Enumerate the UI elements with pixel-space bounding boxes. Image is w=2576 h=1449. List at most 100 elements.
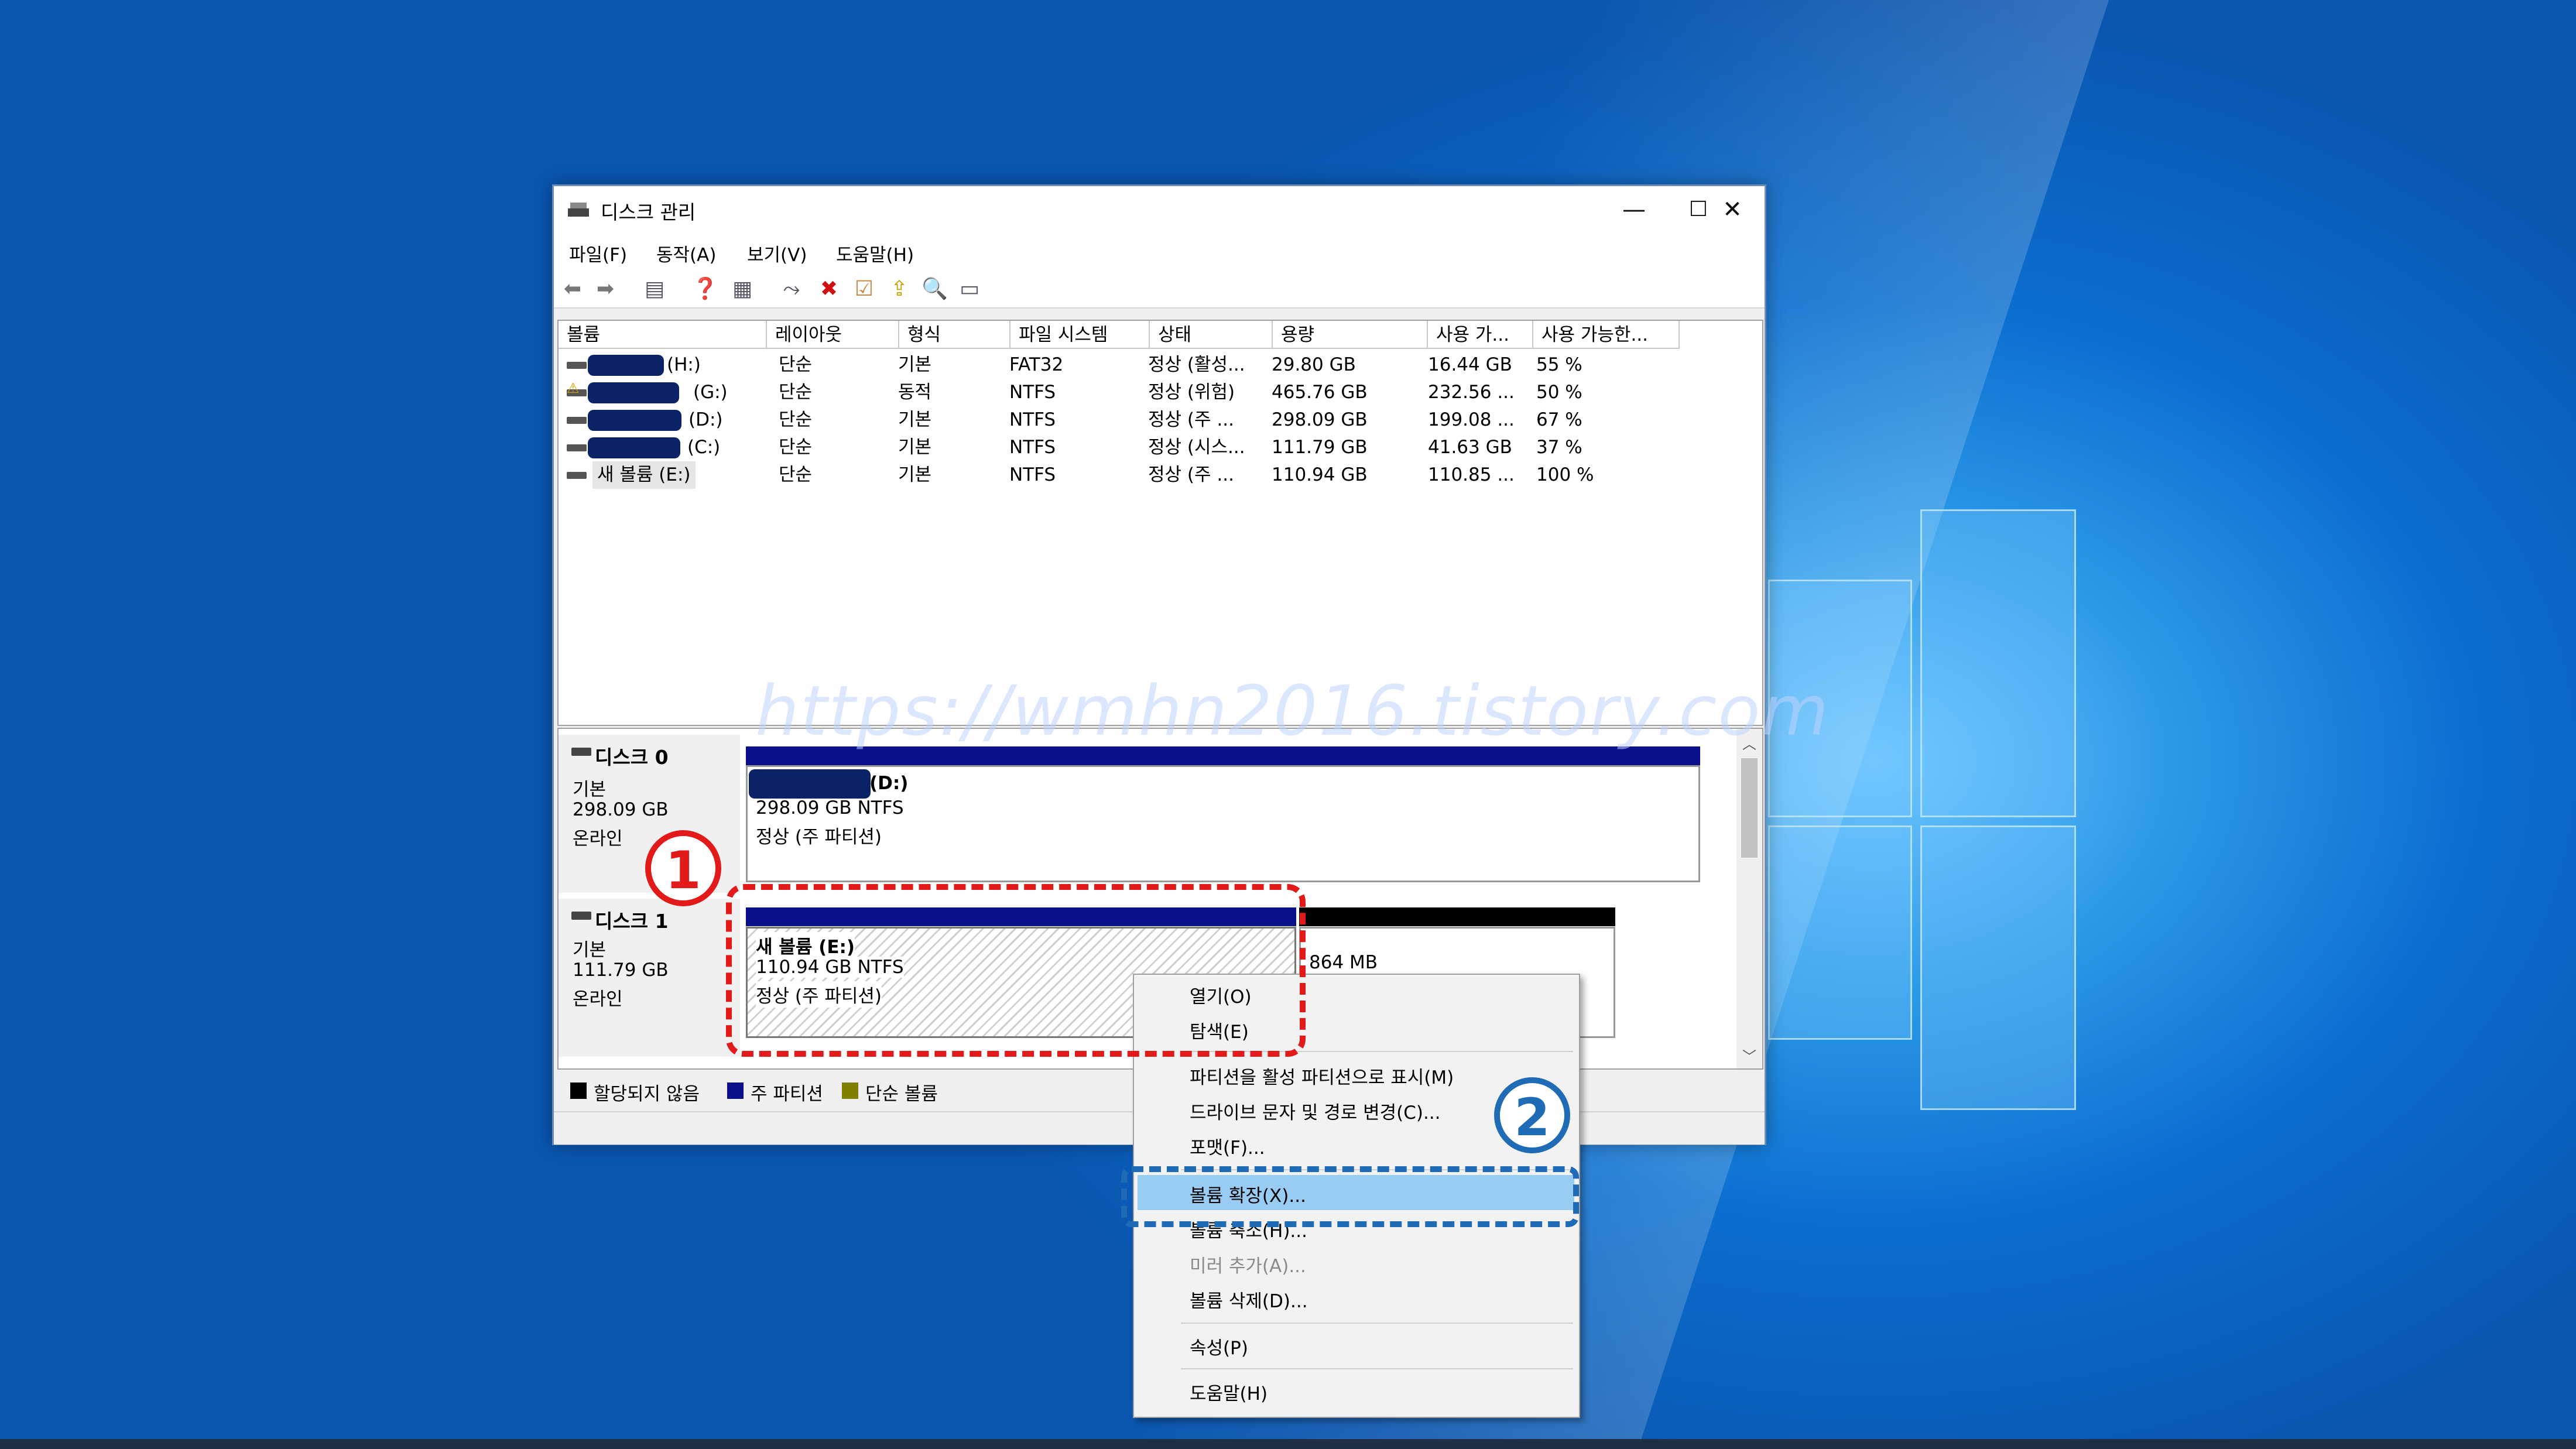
column-header-type[interactable]: 형식 <box>899 321 1010 349</box>
properties-icon[interactable]: ▭ <box>957 276 982 302</box>
volume-layout: 단순 <box>779 464 813 485</box>
volume-type: 동적 <box>898 382 932 403</box>
volume-status: 정상 (주 ... <box>1148 409 1234 430</box>
column-header-percent-free[interactable]: 사용 가능한... <box>1533 321 1680 349</box>
connect-icon[interactable]: ⤳ <box>779 276 804 302</box>
logo-pane-br <box>1920 825 2076 1110</box>
column-header-layout[interactable]: 레이아웃 <box>767 321 899 349</box>
volume-name: (G:) <box>693 382 728 403</box>
volume-free: 41.63 GB <box>1428 437 1512 458</box>
check-icon[interactable]: ☑ <box>851 276 877 302</box>
menu-add-mirror: 미러 추가(A)... <box>1190 1256 1306 1277</box>
column-header-volume[interactable]: 볼륨 <box>559 321 767 349</box>
menu-action[interactable]: 동작(A) <box>656 240 716 266</box>
scroll-down-icon[interactable]: ﹀ <box>1742 1045 1756 1066</box>
column-header-status[interactable]: 상태 <box>1150 321 1273 349</box>
volume-type: 기본 <box>898 464 932 485</box>
menu-help[interactable]: 도움말(H) <box>836 240 914 266</box>
volume-percent: 50 % <box>1536 382 1582 403</box>
step-1-badge: 1 <box>645 830 721 906</box>
delete-x-icon[interactable]: ✖ <box>816 276 842 302</box>
title-bar: 디스크 관리 — ☐ ✕ <box>554 186 1765 233</box>
watermark: https://wmhn2016.tistory.com <box>755 670 1830 751</box>
table-row[interactable]: 새 볼륨 (E:) 단순 기본 NTFS 정상 (주 ... 110.94 GB… <box>559 461 1762 489</box>
scroll-thumb[interactable] <box>1741 758 1758 858</box>
minimize-button[interactable]: — <box>1602 192 1666 227</box>
console-tree-icon[interactable]: ▤ <box>642 276 667 302</box>
menu-properties[interactable]: 속성(P) <box>1190 1333 1248 1359</box>
disk-icon <box>571 912 591 920</box>
volume-percent: 55 % <box>1536 354 1582 375</box>
volume-type: 기본 <box>898 409 932 430</box>
legend-label: 주 파티션 <box>751 1084 823 1105</box>
partition-d[interactable]: (D:) 298.09 GB NTFS 정상 (주 파티션) <box>746 765 1700 882</box>
redacted-label <box>588 437 680 458</box>
disk-state: 온라인 <box>573 989 623 1010</box>
volume-type: 기본 <box>898 437 932 458</box>
redacted-label <box>749 769 871 799</box>
warning-icon: ⚠ <box>567 380 580 396</box>
volume-name: (H:) <box>667 354 701 375</box>
disk-size: 111.79 GB <box>573 960 669 981</box>
legend-label: 할당되지 않음 <box>594 1084 700 1105</box>
volume-name: 새 볼륨 (E:) <box>592 461 696 489</box>
disk-1-label[interactable]: 디스크 1 기본 111.79 GB 온라인 <box>559 899 740 1057</box>
forward-arrow-icon[interactable]: ➡ <box>592 276 618 302</box>
disk-state: 온라인 <box>573 828 623 849</box>
menu-mark-active[interactable]: 파티션을 활성 파티션으로 표시(M) <box>1190 1063 1454 1089</box>
volume-fs: NTFS <box>1009 382 1056 403</box>
column-header-capacity[interactable]: 용량 <box>1273 321 1428 349</box>
volume-capacity: 298.09 GB <box>1272 409 1368 430</box>
column-header-free-space[interactable]: 사용 가... <box>1428 321 1533 349</box>
windows-logo <box>1768 509 2076 1110</box>
import-icon[interactable]: ⇪ <box>886 276 912 302</box>
drive-icon <box>567 444 587 451</box>
unallocated-color-bar <box>1299 907 1615 926</box>
unallocated-size: 864 MB <box>1309 952 1378 973</box>
step-2-badge: 2 <box>1494 1077 1570 1153</box>
list-view-icon[interactable]: ▦ <box>729 276 755 302</box>
volume-free: 16.44 GB <box>1428 354 1512 375</box>
table-row[interactable]: (D:) 단순 기본 NTFS 정상 (주 ... 298.09 GB 199.… <box>559 406 1762 434</box>
logo-pane-tr <box>1920 509 2076 817</box>
menu-view[interactable]: 보기(V) <box>747 240 807 266</box>
partition-status: 정상 (주 파티션) <box>756 827 882 848</box>
toolbar: ⬅ ➡ ▤ ❓ ▦ ⤳ ✖ ☑ ⇪ 🔍 ▭ <box>554 269 1765 309</box>
column-header-filesystem[interactable]: 파일 시스템 <box>1010 321 1150 349</box>
menu-delete-volume[interactable]: 볼륨 삭제(D)... <box>1190 1286 1308 1313</box>
volume-capacity: 110.94 GB <box>1272 464 1368 485</box>
volume-free: 199.08 ... <box>1428 409 1515 430</box>
menu-change-drive-letter[interactable]: 드라이브 문자 및 경로 변경(C)... <box>1190 1098 1441 1124</box>
back-arrow-icon[interactable]: ⬅ <box>560 276 585 302</box>
menu-file[interactable]: 파일(F) <box>569 240 627 266</box>
legend-swatch-primary <box>727 1083 744 1099</box>
table-row[interactable]: (C:) 단순 기본 NTFS 정상 (시스... 111.79 GB 41.6… <box>559 434 1762 461</box>
volume-status: 정상 (시스... <box>1148 437 1245 458</box>
menu-separator <box>1181 1323 1573 1324</box>
window-title: 디스크 관리 <box>601 201 696 224</box>
legend-label: 단순 볼륨 <box>865 1084 938 1105</box>
annotation-highlight-blue <box>1121 1166 1579 1227</box>
volume-fs: FAT32 <box>1009 354 1064 375</box>
volume-capacity: 465.76 GB <box>1272 382 1368 403</box>
close-button[interactable]: ✕ <box>1700 192 1765 227</box>
disk-kind: 기본 <box>573 940 607 961</box>
disk-name: 디스크 0 <box>595 746 669 769</box>
volume-status: 정상 (활성... <box>1148 354 1245 375</box>
volume-name: (D:) <box>688 409 723 430</box>
table-row[interactable]: (H:) 단순 기본 FAT32 정상 (활성... 29.80 GB 16.4… <box>559 351 1762 379</box>
menu-format[interactable]: 포맷(F)... <box>1190 1133 1265 1159</box>
search-icon[interactable]: 🔍 <box>922 276 948 302</box>
help-icon[interactable]: ❓ <box>692 276 718 302</box>
drive-icon <box>567 417 587 424</box>
table-row[interactable]: ⚠ (G:) 단순 동적 NTFS 정상 (위험) 465.76 GB 232.… <box>559 379 1762 406</box>
volume-status: 정상 (위험) <box>1148 382 1235 403</box>
menu-help-item[interactable]: 도움말(H) <box>1190 1379 1268 1405</box>
legend-swatch-unallocated <box>570 1083 587 1099</box>
volume-layout: 단순 <box>779 409 813 430</box>
volume-layout: 단순 <box>779 437 813 458</box>
volume-name: (C:) <box>687 437 721 458</box>
vertical-scrollbar[interactable]: ︿ ﹀ <box>1736 729 1762 1068</box>
partition-label: (D:) <box>869 773 909 794</box>
volume-list: 볼륨 레이아웃 형식 파일 시스템 상태 용량 사용 가... 사용 가능한..… <box>557 320 1763 726</box>
